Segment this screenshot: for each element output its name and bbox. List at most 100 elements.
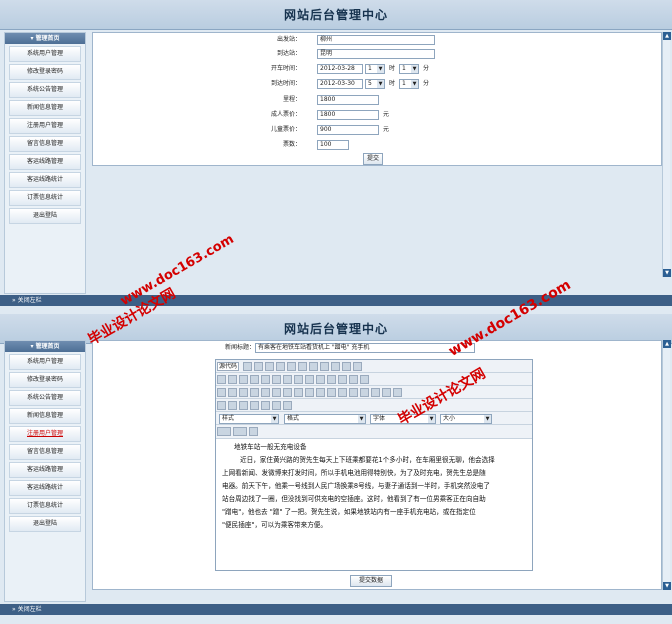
sidebar-item-registered-users[interactable]: 注册用户管理 bbox=[9, 426, 81, 442]
paste-text-icon[interactable] bbox=[320, 362, 330, 371]
paste-word-icon[interactable] bbox=[331, 362, 341, 371]
strike-icon[interactable] bbox=[250, 388, 259, 397]
form-icon[interactable] bbox=[283, 375, 292, 384]
justify-icon[interactable] bbox=[360, 388, 369, 397]
sidebar-item-routes[interactable]: 客运线路管理 bbox=[9, 154, 81, 170]
sidebar-item-logout[interactable]: 退出登陆 bbox=[9, 516, 81, 532]
size-select[interactable]: 大小 ▼ bbox=[440, 414, 492, 424]
italic-icon[interactable] bbox=[228, 388, 237, 397]
sidebar-item-ticket-stats[interactable]: 订票信息统计 bbox=[9, 190, 81, 206]
find-icon[interactable] bbox=[239, 375, 248, 384]
remove-format-icon[interactable] bbox=[272, 375, 281, 384]
undo-icon[interactable] bbox=[217, 375, 226, 384]
flash-icon[interactable] bbox=[228, 401, 237, 410]
sidebar-item-change-password[interactable]: 修改登录密码 bbox=[9, 372, 81, 388]
special-char-icon[interactable] bbox=[272, 401, 281, 410]
sidebar-item-logout[interactable]: 退出登陆 bbox=[9, 208, 81, 224]
align-left-icon[interactable] bbox=[327, 388, 336, 397]
sidebar-item-system-users[interactable]: 系统用户管理 bbox=[9, 46, 81, 62]
underline-icon[interactable] bbox=[239, 388, 248, 397]
page-break-icon[interactable] bbox=[283, 401, 292, 410]
sidebar-item-routes[interactable]: 客运线路管理 bbox=[9, 462, 81, 478]
link-icon[interactable] bbox=[371, 388, 380, 397]
checkbox-icon[interactable] bbox=[294, 375, 303, 384]
depart-min-select[interactable]: 1 ▼ bbox=[399, 64, 419, 74]
format-select[interactable]: 格式 ▼ bbox=[284, 414, 366, 424]
sidebar-item-ticket-stats[interactable]: 订票信息统计 bbox=[9, 498, 81, 514]
news-title-input[interactable]: 有乘客在地铁车站看货机上 "蹭电" 充手机 bbox=[255, 343, 475, 353]
copy-icon[interactable] bbox=[298, 362, 308, 371]
smiley-icon[interactable] bbox=[261, 401, 270, 410]
scroll-down-icon[interactable]: ▼ bbox=[663, 582, 671, 590]
arrive-date-input[interactable]: 2012-03-30 bbox=[317, 79, 363, 89]
template-icon[interactable] bbox=[276, 362, 286, 371]
subscript-icon[interactable] bbox=[261, 388, 270, 397]
arrive-hour-select[interactable]: 5 ▼ bbox=[365, 79, 385, 89]
scrollbar[interactable]: ▲ ▼ bbox=[662, 32, 671, 277]
radio-icon[interactable] bbox=[305, 375, 314, 384]
superscript-icon[interactable] bbox=[272, 388, 281, 397]
preview-icon[interactable] bbox=[265, 362, 275, 371]
bold-icon[interactable] bbox=[217, 388, 226, 397]
image-icon[interactable] bbox=[217, 401, 226, 410]
sidebar-header[interactable]: ▾ 管理首页 bbox=[5, 341, 85, 352]
textfield-icon[interactable] bbox=[316, 375, 325, 384]
depart-hour-select[interactable]: 1 ▼ bbox=[365, 64, 385, 74]
distance-input[interactable]: 1800 bbox=[317, 95, 379, 105]
sidebar-item-messages[interactable]: 留言信息管理 bbox=[9, 444, 81, 460]
align-right-icon[interactable] bbox=[349, 388, 358, 397]
tickets-input[interactable]: 100 bbox=[317, 140, 349, 150]
editor-content[interactable]: 地铁车站一般无充电设备 近日，家住黄兴路的贺先生每天上下班乘都要花1个多小时，在… bbox=[222, 441, 526, 532]
close-sidebar-bar[interactable]: » 关闭左栏 bbox=[0, 604, 672, 615]
image-button-icon[interactable] bbox=[360, 375, 369, 384]
save-icon[interactable] bbox=[243, 362, 253, 371]
button-field-icon[interactable] bbox=[349, 375, 358, 384]
unlink-icon[interactable] bbox=[382, 388, 391, 397]
anchor-icon[interactable] bbox=[393, 388, 402, 397]
depart-input[interactable]: 柳州 bbox=[317, 35, 435, 45]
textarea-icon[interactable] bbox=[327, 375, 336, 384]
paste-icon[interactable] bbox=[309, 362, 319, 371]
select-all-icon[interactable] bbox=[261, 375, 270, 384]
scroll-down-icon[interactable]: ▼ bbox=[663, 269, 671, 277]
align-center-icon[interactable] bbox=[338, 388, 347, 397]
depart-date-input[interactable]: 2012-03-28 bbox=[317, 64, 363, 74]
select-field-icon[interactable] bbox=[338, 375, 347, 384]
maximize-icon[interactable] bbox=[249, 427, 258, 436]
horizontal-rule-icon[interactable] bbox=[250, 401, 259, 410]
style-select[interactable]: 样式 ▼ bbox=[219, 414, 279, 424]
close-sidebar-bar[interactable]: » 关闭左栏 bbox=[0, 295, 672, 306]
sidebar-header[interactable]: ▾ 管理首页 bbox=[5, 33, 85, 44]
ordered-list-icon[interactable] bbox=[283, 388, 292, 397]
submit-button[interactable]: 提交 bbox=[363, 153, 383, 165]
background-color-icon[interactable] bbox=[233, 427, 247, 436]
outdent-icon[interactable] bbox=[305, 388, 314, 397]
sidebar-item-system-users[interactable]: 系统用户管理 bbox=[9, 354, 81, 370]
sidebar-item-announcements[interactable]: 系统公告管理 bbox=[9, 390, 81, 406]
replace-icon[interactable] bbox=[250, 375, 259, 384]
scroll-up-icon[interactable]: ▲ bbox=[663, 340, 671, 348]
sidebar-item-announcements[interactable]: 系统公告管理 bbox=[9, 82, 81, 98]
sidebar-item-messages[interactable]: 留言信息管理 bbox=[9, 136, 81, 152]
sidebar-item-route-stats[interactable]: 客运线路统计 bbox=[9, 480, 81, 496]
sidebar-item-news[interactable]: 新闻信息管理 bbox=[9, 408, 81, 424]
sidebar-item-route-stats[interactable]: 客运线路统计 bbox=[9, 172, 81, 188]
text-color-icon[interactable] bbox=[217, 427, 231, 436]
source-code-button[interactable]: 源代码 bbox=[217, 362, 239, 371]
indent-icon[interactable] bbox=[316, 388, 325, 397]
new-page-icon[interactable] bbox=[254, 362, 264, 371]
table-icon[interactable] bbox=[239, 401, 248, 410]
sidebar-item-registered-users[interactable]: 注册用户管理 bbox=[9, 118, 81, 134]
print-icon[interactable] bbox=[342, 362, 352, 371]
bulleted-list-icon[interactable] bbox=[294, 388, 303, 397]
spellcheck-icon[interactable] bbox=[353, 362, 363, 371]
cut-icon[interactable] bbox=[287, 362, 297, 371]
scrollbar[interactable]: ▲ ▼ bbox=[662, 340, 671, 590]
sidebar-item-change-password[interactable]: 修改登录密码 bbox=[9, 64, 81, 80]
adult-price-input[interactable]: 1800 bbox=[317, 110, 379, 120]
rich-text-editor[interactable]: 源代码 样式 ▼ 格式 ▼ 字体 ▼ 大小 ▼ 地铁车站一般无充电设备 近日，家… bbox=[215, 359, 533, 571]
arrive-min-select[interactable]: 1 ▼ bbox=[399, 79, 419, 89]
arrive-input[interactable]: 昆明 bbox=[317, 49, 435, 59]
scroll-up-icon[interactable]: ▲ bbox=[663, 32, 671, 40]
child-price-input[interactable]: 900 bbox=[317, 125, 379, 135]
